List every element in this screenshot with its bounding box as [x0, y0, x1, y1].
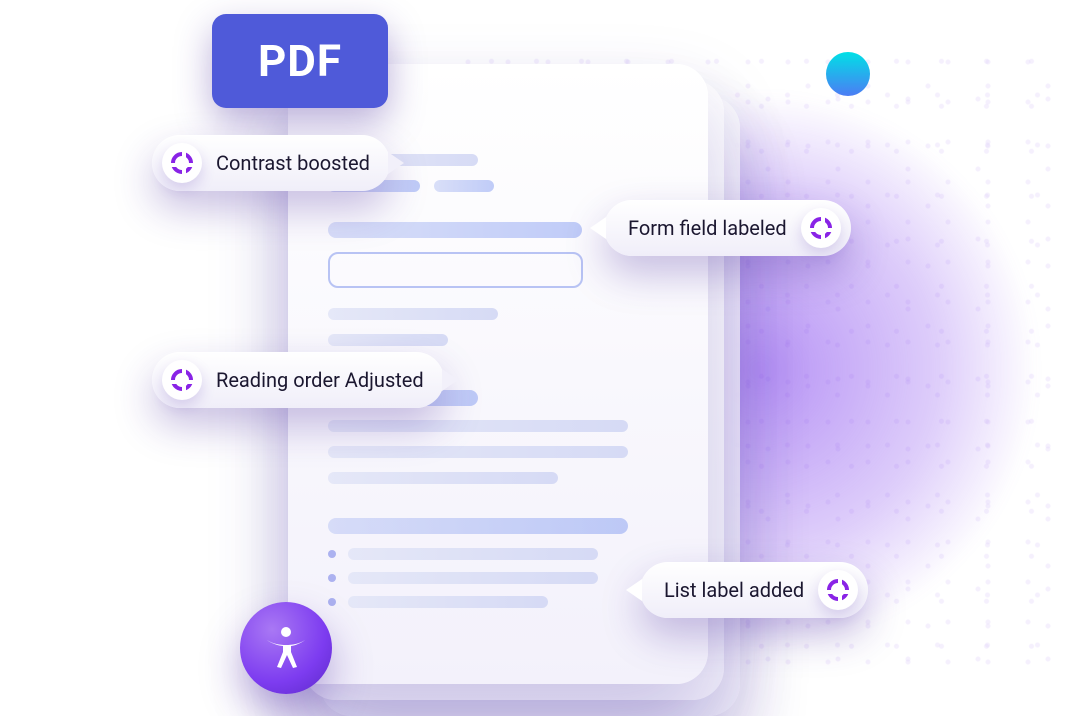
annotation-label: List label added	[664, 578, 804, 602]
target-icon	[162, 143, 202, 183]
annotation-label: Contrast boosted	[216, 151, 370, 175]
bulleted-list	[328, 548, 668, 608]
target-icon	[162, 360, 202, 400]
accessibility-person-icon	[261, 623, 311, 673]
teal-circle	[826, 52, 870, 96]
annotation-form-field: Form field labeled	[604, 200, 851, 256]
form-input-placeholder	[328, 252, 583, 288]
annotation-label: Reading order Adjusted	[216, 368, 424, 392]
annotation-reading-order: Reading order Adjusted	[152, 352, 444, 408]
pdf-badge-label: PDF	[258, 35, 342, 87]
target-icon	[818, 570, 858, 610]
target-icon	[801, 208, 841, 248]
annotation-contrast-boosted: Contrast boosted	[152, 135, 390, 191]
annotation-list-label: List label added	[640, 562, 868, 618]
pdf-badge: PDF	[212, 14, 388, 108]
annotation-label: Form field labeled	[628, 216, 787, 240]
accessibility-badge	[240, 602, 332, 694]
